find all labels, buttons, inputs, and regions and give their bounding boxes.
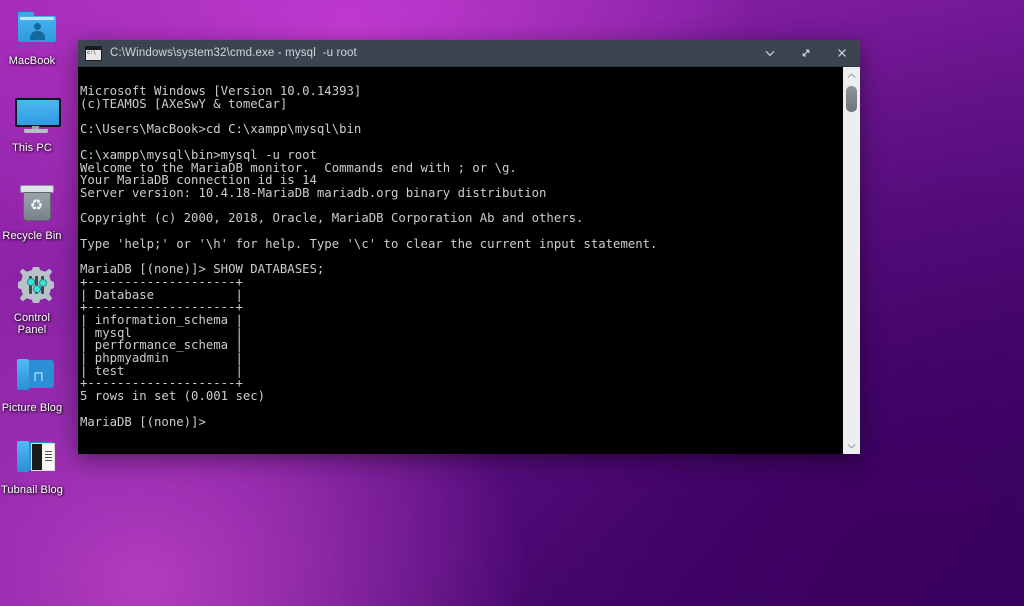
desktop-icon-picture-blog[interactable]: ⊓ Picture Blog — [0, 355, 64, 414]
scroll-down-arrow-icon[interactable] — [843, 437, 860, 454]
minimize-button[interactable] — [752, 40, 788, 66]
window-title-bar[interactable]: C:\Windows\system32\cmd.exe - mysql -u r… — [78, 40, 860, 67]
folder-document-icon — [0, 437, 64, 481]
desktop: MacBook This PC ♻ Recycle Bin — [0, 0, 1024, 606]
open-folder-icon: ⊓ — [0, 355, 64, 399]
desktop-icon-label: Tubnail Blog — [0, 484, 64, 496]
scrollbar-thumb[interactable] — [846, 86, 857, 112]
recycle-bin-icon: ♻ — [0, 183, 64, 227]
desktop-icon-label: This PC — [0, 142, 64, 154]
desktop-icon-tubnail-blog[interactable]: Tubnail Blog — [0, 437, 64, 496]
control-panel-gear-icon — [0, 265, 64, 309]
desktop-icon-control-panel[interactable]: Control Panel — [0, 265, 64, 336]
monitor-icon — [0, 95, 64, 139]
window-controls — [752, 40, 860, 66]
window-title: C:\Windows\system32\cmd.exe - mysql -u r… — [110, 47, 357, 59]
desktop-icon-macbook[interactable]: MacBook — [0, 8, 64, 67]
maximize-button[interactable] — [788, 40, 824, 66]
desktop-icon-label: MacBook — [0, 55, 64, 67]
cmd-icon — [85, 46, 102, 61]
close-button[interactable] — [824, 40, 860, 66]
terminal-output[interactable]: Microsoft Windows [Version 10.0.14393] (… — [78, 79, 842, 441]
desktop-icon-this-pc[interactable]: This PC — [0, 95, 64, 154]
desktop-icon-label: Picture Blog — [0, 402, 64, 414]
desktop-icon-label: Control Panel — [0, 312, 64, 336]
scroll-up-arrow-icon[interactable] — [843, 67, 860, 84]
terminal-body[interactable]: Microsoft Windows [Version 10.0.14393] (… — [78, 67, 860, 454]
terminal-scrollbar[interactable] — [842, 67, 860, 454]
scrollbar-track[interactable] — [843, 84, 860, 437]
cmd-window[interactable]: C:\Windows\system32\cmd.exe - mysql -u r… — [78, 40, 860, 453]
desktop-icon-layer: MacBook This PC ♻ Recycle Bin — [0, 0, 70, 606]
desktop-icon-label: Recycle Bin — [0, 230, 64, 242]
desktop-icon-recycle-bin[interactable]: ♻ Recycle Bin — [0, 183, 64, 242]
user-folder-icon — [0, 8, 64, 52]
